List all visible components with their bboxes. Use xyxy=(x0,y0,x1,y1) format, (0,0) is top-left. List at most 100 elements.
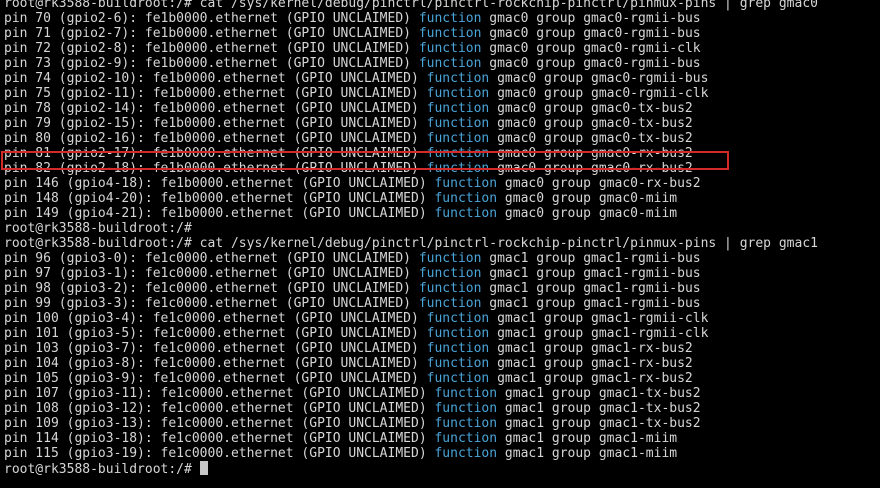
pin-info: pin 70 (gpio2-6): fe1b0000.ethernet (GPI… xyxy=(4,11,419,26)
line-text: root@rk3588-buildroot:/# cat /sys/kernel… xyxy=(4,0,818,11)
group-info: gmac0 group gmac0-tx-bus2 xyxy=(489,101,693,116)
pin-info: pin 100 (gpio3-4): fe1c0000.ethernet (GP… xyxy=(4,311,427,326)
pin-info: pin 107 (gpio3-11): fe1c0000.ethernet (G… xyxy=(4,386,435,401)
pin-info: pin 148 (gpio4-20): fe1b0000.ethernet (G… xyxy=(4,191,435,206)
function-keyword: function xyxy=(426,326,490,341)
function-keyword: function xyxy=(426,146,490,161)
pin-info: pin 82 (gpio2-18): fe1b0000.ethernet (GP… xyxy=(4,161,427,176)
line-text: root@rk3588-buildroot:/# xyxy=(4,221,192,236)
terminal-line: pin 82 (gpio2-18): fe1b0000.ethernet (GP… xyxy=(4,161,880,176)
terminal-line: pin 107 (gpio3-11): fe1c0000.ethernet (G… xyxy=(4,386,880,401)
terminal-line: pin 146 (gpio4-18): fe1b0000.ethernet (G… xyxy=(4,176,880,191)
group-info: gmac1 group gmac1-miim xyxy=(497,431,678,446)
group-info: gmac1 group gmac1-rgmii-bus xyxy=(481,266,701,281)
terminal-prompt-line[interactable]: root@rk3588-buildroot:/# xyxy=(4,461,880,477)
group-info: gmac0 group gmac0-miim xyxy=(497,206,678,221)
text-cursor xyxy=(199,461,208,475)
terminal-line: root@rk3588-buildroot:/# cat /sys/kernel… xyxy=(4,236,880,251)
pin-info: pin 97 (gpio3-1): fe1c0000.ethernet (GPI… xyxy=(4,266,419,281)
function-keyword: function xyxy=(426,71,490,86)
group-info: gmac0 group gmac0-rgmii-bus xyxy=(481,26,701,41)
group-info: gmac1 group gmac1-rgmii-bus xyxy=(481,296,701,311)
function-keyword: function xyxy=(434,401,498,416)
pin-info: pin 80 (gpio2-16): fe1b0000.ethernet (GP… xyxy=(4,131,427,146)
terminal-line: root@rk3588-buildroot:/# cat /sys/kernel… xyxy=(4,0,880,11)
function-keyword: function xyxy=(426,86,490,101)
terminal-line: pin 105 (gpio3-9): fe1c0000.ethernet (GP… xyxy=(4,371,880,386)
function-keyword: function xyxy=(426,371,490,386)
function-keyword: function xyxy=(418,251,482,266)
group-info: gmac0 group gmac0-rgmii-bus xyxy=(481,56,701,71)
function-keyword: function xyxy=(434,191,498,206)
pin-info: pin 75 (gpio2-11): fe1b0000.ethernet (GP… xyxy=(4,86,427,101)
function-keyword: function xyxy=(418,26,482,41)
pin-info: pin 99 (gpio3-3): fe1c0000.ethernet (GPI… xyxy=(4,296,419,311)
terminal-line: pin 115 (gpio3-19): fe1c0000.ethernet (G… xyxy=(4,446,880,461)
function-keyword: function xyxy=(426,341,490,356)
function-keyword: function xyxy=(426,131,490,146)
pin-info: pin 109 (gpio3-13): fe1c0000.ethernet (G… xyxy=(4,416,435,431)
terminal-line: pin 109 (gpio3-13): fe1c0000.ethernet (G… xyxy=(4,416,880,431)
terminal-line: pin 149 (gpio4-21): fe1b0000.ethernet (G… xyxy=(4,206,880,221)
terminal-line: pin 148 (gpio4-20): fe1b0000.ethernet (G… xyxy=(4,191,880,206)
pin-info: pin 146 (gpio4-18): fe1b0000.ethernet (G… xyxy=(4,176,435,191)
function-keyword: function xyxy=(434,176,498,191)
pin-info: pin 114 (gpio3-18): fe1c0000.ethernet (G… xyxy=(4,431,435,446)
group-info: gmac1 group gmac1-rgmii-clk xyxy=(489,326,709,341)
terminal-window[interactable]: root@rk3588-buildroot:/# cat /sys/kernel… xyxy=(0,0,880,488)
group-info: gmac0 group gmac0-tx-bus2 xyxy=(489,131,693,146)
group-info: gmac1 group gmac1-miim xyxy=(497,446,678,461)
terminal-line: pin 78 (gpio2-14): fe1b0000.ethernet (GP… xyxy=(4,101,880,116)
pin-info: pin 101 (gpio3-5): fe1c0000.ethernet (GP… xyxy=(4,326,427,341)
pin-info: pin 79 (gpio2-15): fe1b0000.ethernet (GP… xyxy=(4,116,427,131)
group-info: gmac0 group gmac0-miim xyxy=(497,191,678,206)
group-info: gmac1 group gmac1-rgmii-clk xyxy=(489,311,709,326)
terminal-line: root@rk3588-buildroot:/# xyxy=(4,221,880,236)
group-info: gmac0 group gmac0-rx-bus2 xyxy=(497,176,701,191)
terminal-line: pin 100 (gpio3-4): fe1c0000.ethernet (GP… xyxy=(4,311,880,326)
group-info: gmac0 group gmac0-rgmii-clk xyxy=(489,86,709,101)
shell-prompt: root@rk3588-buildroot:/# xyxy=(4,462,200,477)
function-keyword: function xyxy=(426,116,490,131)
function-keyword: function xyxy=(426,356,490,371)
pin-info: pin 81 (gpio2-17): fe1b0000.ethernet (GP… xyxy=(4,146,427,161)
group-info: gmac1 group gmac1-rx-bus2 xyxy=(489,341,693,356)
group-info: gmac0 group gmac0-rgmii-bus xyxy=(489,71,709,86)
terminal-line: pin 103 (gpio3-7): fe1c0000.ethernet (GP… xyxy=(4,341,880,356)
group-info: gmac1 group gmac1-rx-bus2 xyxy=(489,356,693,371)
terminal-output: root@rk3588-buildroot:/# cat /sys/kernel… xyxy=(4,0,880,461)
terminal-line: pin 72 (gpio2-8): fe1b0000.ethernet (GPI… xyxy=(4,41,880,56)
function-keyword: function xyxy=(418,56,482,71)
terminal-line: pin 73 (gpio2-9): fe1b0000.ethernet (GPI… xyxy=(4,56,880,71)
pin-info: pin 72 (gpio2-8): fe1b0000.ethernet (GPI… xyxy=(4,41,419,56)
terminal-line: pin 114 (gpio3-18): fe1c0000.ethernet (G… xyxy=(4,431,880,446)
pin-info: pin 98 (gpio3-2): fe1c0000.ethernet (GPI… xyxy=(4,281,419,296)
terminal-line: pin 80 (gpio2-16): fe1b0000.ethernet (GP… xyxy=(4,131,880,146)
group-info: gmac0 group gmac0-rgmii-clk xyxy=(481,41,701,56)
terminal-line: pin 74 (gpio2-10): fe1b0000.ethernet (GP… xyxy=(4,71,880,86)
terminal-line: pin 108 (gpio3-12): fe1c0000.ethernet (G… xyxy=(4,401,880,416)
function-keyword: function xyxy=(418,11,482,26)
function-keyword: function xyxy=(426,161,490,176)
function-keyword: function xyxy=(434,431,498,446)
function-keyword: function xyxy=(426,311,490,326)
group-info: gmac0 group gmac0-rgmii-bus xyxy=(481,11,701,26)
pin-info: pin 115 (gpio3-19): fe1c0000.ethernet (G… xyxy=(4,446,435,461)
group-info: gmac1 group gmac1-tx-bus2 xyxy=(497,416,701,431)
pin-info: pin 104 (gpio3-8): fe1c0000.ethernet (GP… xyxy=(4,356,427,371)
group-info: gmac1 group gmac1-rgmii-bus xyxy=(481,251,701,266)
line-text: root@rk3588-buildroot:/# cat /sys/kernel… xyxy=(4,236,818,251)
pin-info: pin 96 (gpio3-0): fe1c0000.ethernet (GPI… xyxy=(4,251,419,266)
terminal-line: pin 71 (gpio2-7): fe1b0000.ethernet (GPI… xyxy=(4,26,880,41)
pin-info: pin 73 (gpio2-9): fe1b0000.ethernet (GPI… xyxy=(4,56,419,71)
pin-info: pin 78 (gpio2-14): fe1b0000.ethernet (GP… xyxy=(4,101,427,116)
function-keyword: function xyxy=(418,266,482,281)
terminal-line: pin 98 (gpio3-2): fe1c0000.ethernet (GPI… xyxy=(4,281,880,296)
pin-info: pin 103 (gpio3-7): fe1c0000.ethernet (GP… xyxy=(4,341,427,356)
terminal-line: pin 79 (gpio2-15): fe1b0000.ethernet (GP… xyxy=(4,116,880,131)
group-info: gmac0 group gmac0-tx-bus2 xyxy=(489,116,693,131)
group-info: gmac1 group gmac1-tx-bus2 xyxy=(497,386,701,401)
pin-info: pin 71 (gpio2-7): fe1b0000.ethernet (GPI… xyxy=(4,26,419,41)
group-info: gmac1 group gmac1-rx-bus2 xyxy=(489,371,693,386)
pin-info: pin 108 (gpio3-12): fe1c0000.ethernet (G… xyxy=(4,401,435,416)
